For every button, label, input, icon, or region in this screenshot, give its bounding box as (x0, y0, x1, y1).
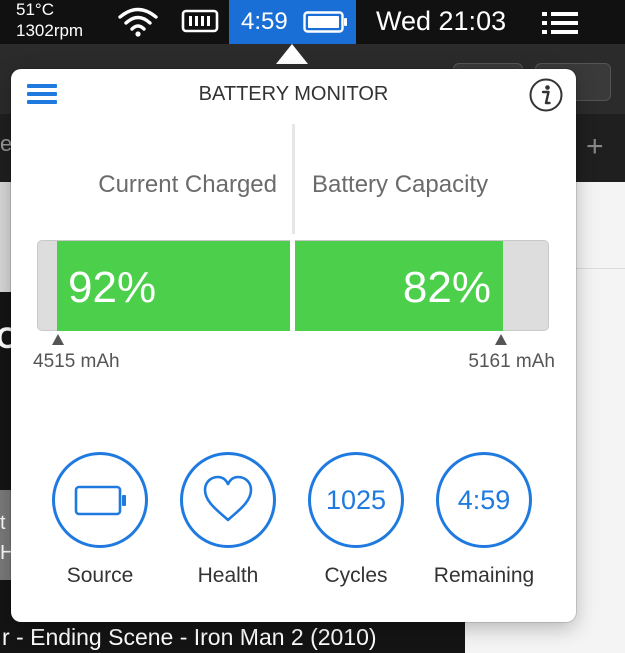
wifi-icon[interactable] (117, 6, 159, 38)
remaining-button[interactable]: 4:59 (436, 452, 532, 548)
popover-pointer (276, 44, 308, 64)
info-icon[interactable] (529, 78, 563, 112)
battery-icon (74, 485, 126, 516)
current-charge-mah: 4515 mAh (33, 351, 120, 372)
cycle-count: 1025 (325, 485, 387, 515)
memory-card-icon[interactable] (181, 8, 219, 34)
background-divider (575, 268, 625, 269)
heart-icon (203, 475, 253, 522)
cpu-temperature[interactable]: 51°C (16, 0, 54, 20)
current-charge-marker (52, 334, 64, 345)
menu-bar: 51°C 1302rpm 4:59 Wed 21:03 (0, 0, 625, 44)
battery-time-remaining: 4:59 (241, 8, 288, 35)
source-label: Source (66, 564, 134, 587)
health-button[interactable] (180, 452, 276, 548)
battery-capacity-label: Battery Capacity (312, 171, 489, 198)
full-charge-mah: 5161 mAh (468, 351, 555, 372)
cycles-button[interactable]: 1025 (308, 452, 404, 548)
time-remaining: 4:59 (457, 485, 511, 515)
full-charge-marker (495, 334, 507, 345)
background-text-fragment: t (0, 512, 6, 534)
source-button[interactable] (52, 452, 148, 548)
popover-title: BATTERY MONITOR (198, 83, 389, 105)
cycles-label: Cycles (324, 564, 388, 587)
section-divider (292, 124, 295, 234)
battery-icon (303, 11, 347, 33)
battery-menu-item[interactable]: 4:59 (229, 0, 356, 44)
remaining-label: Remaining (433, 564, 535, 587)
list-icon[interactable] (542, 11, 578, 35)
battery-monitor-popover: BATTERY MONITOR Current Charged Battery … (11, 69, 576, 622)
health-label: Health (197, 564, 259, 587)
background-video-title[interactable]: r - Ending Scene - Iron Man 2 (2010) (0, 622, 465, 653)
new-tab-icon[interactable]: + (586, 130, 604, 164)
fan-speed[interactable]: 1302rpm (16, 21, 83, 41)
current-charged-label: Current Charged (98, 171, 277, 198)
capacity-percent: 82% (402, 263, 491, 312)
menu-clock[interactable]: Wed 21:03 (376, 5, 506, 37)
charged-percent: 92% (68, 263, 157, 312)
